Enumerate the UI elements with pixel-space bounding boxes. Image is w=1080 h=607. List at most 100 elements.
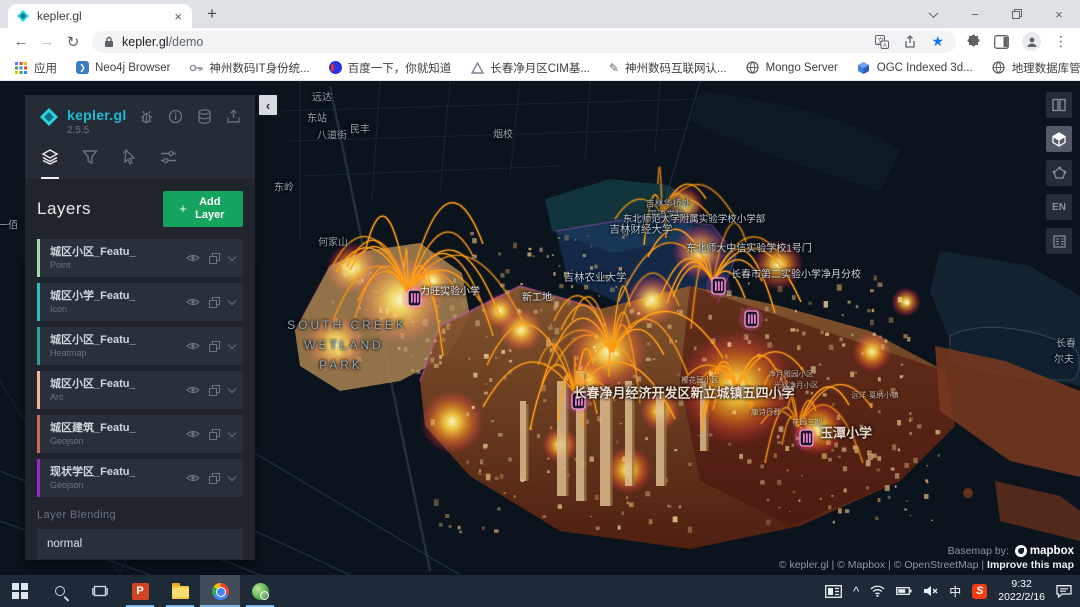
eye-icon[interactable] — [186, 473, 200, 483]
tab-basemap-settings[interactable] — [160, 149, 177, 179]
close-window-button[interactable]: × — [1038, 0, 1080, 28]
bookmark-ogc[interactable]: OGC Indexed 3d... — [857, 61, 973, 75]
legend-button[interactable] — [1046, 228, 1072, 254]
svg-text:A: A — [883, 42, 888, 49]
bookmark-neo4j[interactable]: ❯ Neo4j Browser — [76, 61, 170, 74]
taskbar-gis-app[interactable] — [240, 575, 280, 607]
duplicate-icon[interactable] — [209, 297, 220, 308]
map-canvas[interactable]: 远达东站民丰八道街烟校东岭一佰何家山SOUTH CREEKWETLANDPARK… — [0, 81, 1080, 575]
layers-panel-body: Layers + Add Layer 城区小区_Featu_Point 城区小学… — [25, 179, 255, 560]
restore-button[interactable] — [996, 0, 1038, 28]
draw-polygon-button[interactable] — [1046, 160, 1072, 186]
duplicate-icon[interactable] — [209, 253, 220, 264]
taskbar-chrome[interactable] — [200, 575, 240, 607]
bookmark-star-icon[interactable]: ★ — [931, 33, 944, 50]
add-layer-button[interactable]: + Add Layer — [163, 191, 243, 227]
tab-interactions[interactable] — [121, 149, 137, 179]
pen-icon: ✎ — [609, 61, 619, 75]
layer-row[interactable]: 现状学区_Featu_Geojson — [37, 459, 243, 497]
layer-name: 城区小学_Featu_ — [50, 290, 186, 304]
locale-button[interactable]: EN — [1046, 194, 1072, 220]
layer-row[interactable]: 城区建筑_Featu_Geojson — [37, 415, 243, 453]
layer-row[interactable]: 城区小区_Featu_Heatmap — [37, 327, 243, 365]
chevron-down-icon[interactable] — [228, 472, 236, 480]
kepler-logo-text: kepler.gl — [67, 107, 127, 123]
info-icon[interactable] — [168, 109, 183, 124]
eye-icon[interactable] — [186, 385, 200, 395]
duplicate-icon[interactable] — [209, 341, 220, 352]
chevron-down-icon[interactable] — [228, 384, 236, 392]
duplicate-icon[interactable] — [209, 429, 220, 440]
bookmark-internet-auth[interactable]: ✎ 神州数码互联网认... — [609, 60, 727, 76]
powerpoint-icon: P — [132, 583, 149, 600]
action-center-icon[interactable] — [1056, 584, 1072, 598]
sogou-input-icon[interactable]: S — [972, 584, 987, 599]
wifi-icon[interactable] — [870, 585, 885, 597]
chevron-down-icon[interactable] — [228, 340, 236, 348]
address-bar[interactable]: kepler.gl/demo 文 A ★ — [92, 31, 956, 53]
translate-icon[interactable]: 文 A — [875, 35, 889, 49]
map-attribution: Basemap by: mapbox © kepler.gl | © Mapbo… — [779, 545, 1074, 571]
eye-icon[interactable] — [186, 253, 200, 263]
tab-layers[interactable] — [41, 149, 59, 179]
taskbar-powerpoint[interactable]: P — [120, 575, 160, 607]
window-menu-chevron[interactable] — [912, 0, 954, 28]
duplicate-icon[interactable] — [209, 385, 220, 396]
chevron-down-icon[interactable] — [228, 296, 236, 304]
split-map-button[interactable] — [1046, 92, 1072, 118]
volume-muted-icon[interactable] — [923, 585, 938, 597]
extensions-puzzle-icon[interactable] — [966, 34, 981, 49]
duplicate-icon[interactable] — [209, 473, 220, 484]
ime-indicator[interactable]: 中 — [949, 583, 961, 600]
task-view-button[interactable] — [80, 575, 120, 607]
panel-collapse-button[interactable]: ‹ — [259, 95, 277, 115]
minimize-button[interactable]: − — [954, 0, 996, 28]
layer-name: 城区建筑_Featu_ — [50, 422, 186, 436]
eye-icon[interactable] — [186, 429, 200, 439]
windows-taskbar: P ^ 中 S 9:32 2022/2/16 — [0, 575, 1080, 607]
browser-menu-icon[interactable]: ⋮ — [1054, 33, 1068, 50]
layers-icon — [41, 149, 59, 165]
windows-logo-icon — [12, 583, 28, 599]
start-button[interactable] — [0, 575, 40, 607]
browser-tab[interactable]: kepler.gl × — [8, 4, 192, 28]
layer-row[interactable]: 城区小区_Featu_Arc — [37, 371, 243, 409]
improve-map-link[interactable]: Improve this map — [987, 559, 1074, 571]
toggle-3d-button[interactable] — [1046, 126, 1072, 152]
chevron-down-icon[interactable] — [228, 252, 236, 260]
tray-expand-icon[interactable]: ^ — [853, 584, 859, 599]
taskbar-clock[interactable]: 9:32 2022/2/16 — [998, 578, 1045, 604]
forward-button[interactable]: → — [34, 30, 60, 54]
layer-row[interactable]: 城区小区_Featu_Point — [37, 239, 243, 277]
bug-report-icon[interactable] — [139, 109, 154, 124]
tab-filters[interactable] — [82, 149, 98, 179]
side-panel-icon[interactable] — [994, 35, 1009, 49]
layer-row[interactable]: 城区小学_Featu_Icon — [37, 283, 243, 321]
bookmark-mongo[interactable]: Mongo Server — [746, 61, 838, 75]
bookmark-geodb[interactable]: 地理数据库管理—... — [992, 60, 1080, 76]
bookmark-it-identity[interactable]: 神州数码IT身份统... — [189, 60, 309, 76]
export-share-icon[interactable] — [226, 109, 241, 124]
battery-icon[interactable] — [896, 586, 912, 596]
bookmark-baidu[interactable]: 百度一下，你就知道 — [329, 60, 452, 76]
eye-icon[interactable] — [186, 341, 200, 351]
share-icon[interactable] — [903, 35, 917, 49]
profile-avatar[interactable] — [1022, 32, 1041, 51]
taskbar-search-button[interactable] — [40, 575, 80, 607]
bookmark-cim[interactable]: 长春净月区CIM基... — [470, 60, 590, 76]
search-icon — [55, 586, 65, 596]
bookmark-apps[interactable]: 应用 — [14, 60, 57, 76]
bookmark-label: 神州数码IT身份统... — [209, 60, 309, 76]
new-tab-button[interactable]: + — [200, 3, 224, 25]
tab-close-icon[interactable]: × — [172, 9, 184, 24]
back-button[interactable]: ← — [8, 30, 34, 54]
taskbar-file-explorer[interactable] — [160, 575, 200, 607]
chevron-down-icon[interactable] — [228, 428, 236, 436]
data-table-icon[interactable] — [197, 109, 212, 124]
refresh-button[interactable]: ↻ — [60, 30, 86, 54]
layer-blending-select[interactable]: normal — [37, 529, 243, 559]
news-widget-icon[interactable] — [825, 585, 842, 598]
mapbox-wordmark: mapbox — [1030, 545, 1074, 557]
eye-icon[interactable] — [186, 297, 200, 307]
mapbox-logo[interactable]: mapbox — [1015, 545, 1074, 557]
